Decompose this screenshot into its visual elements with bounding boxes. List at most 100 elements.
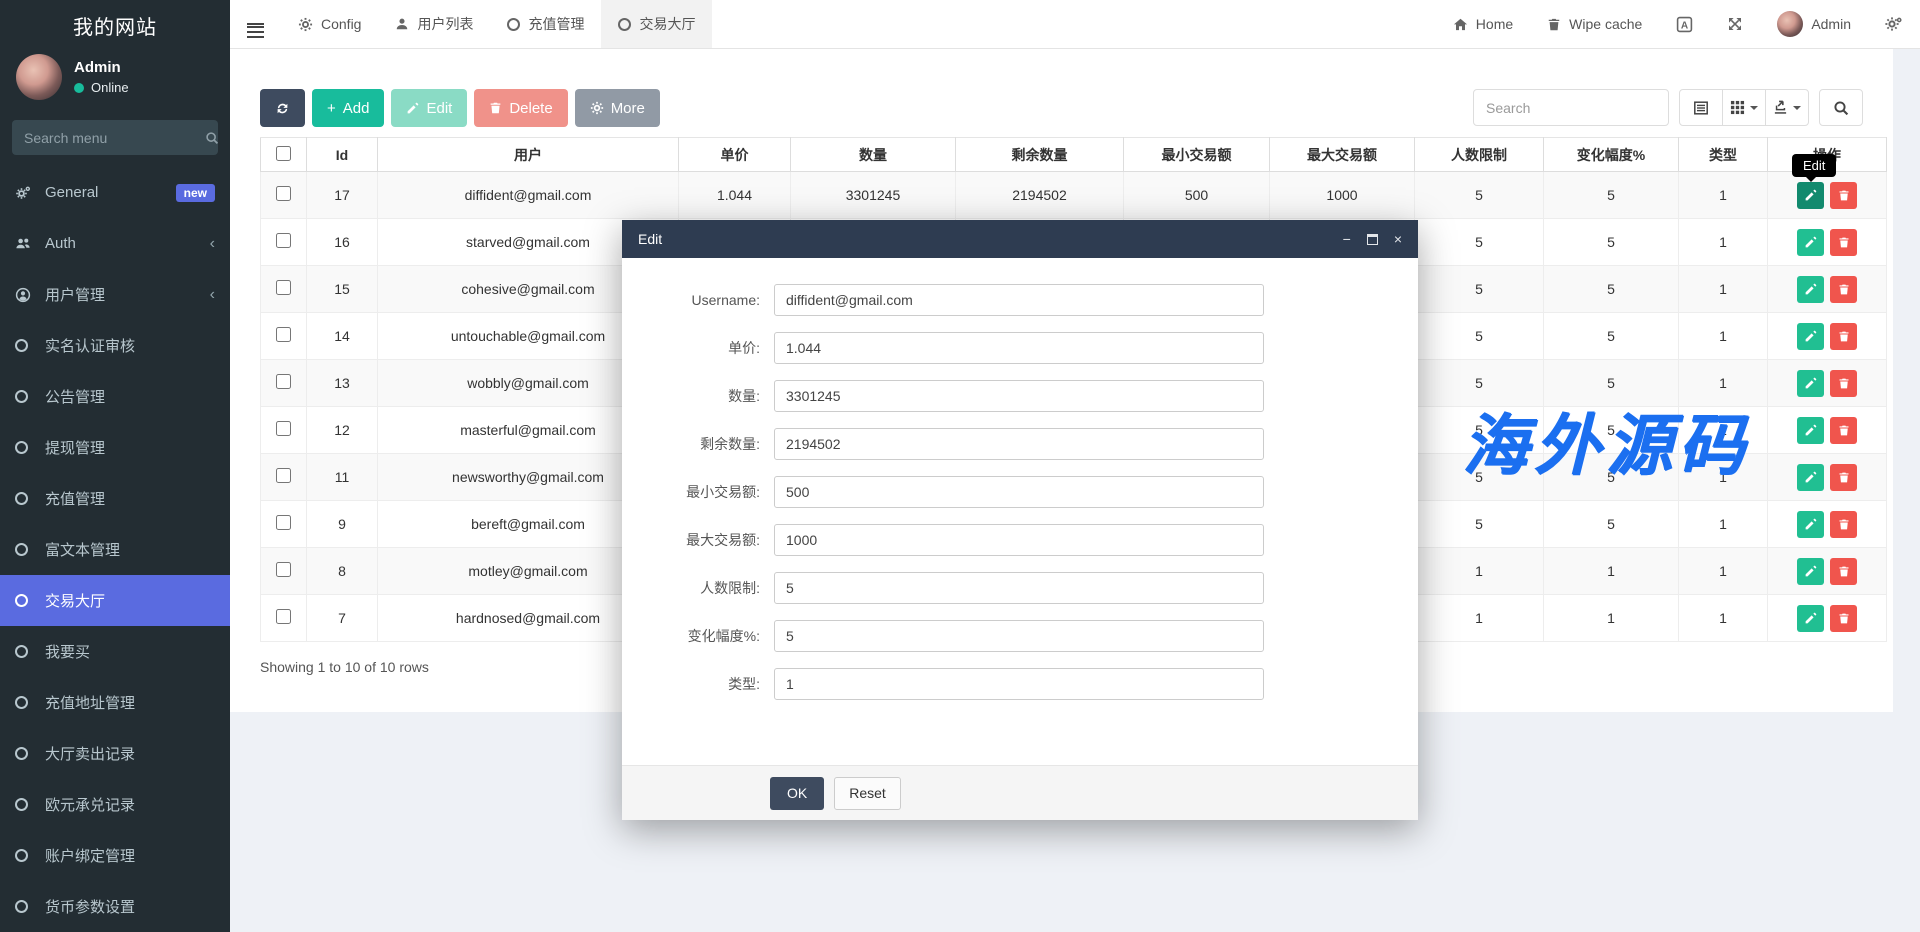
sidebar-item-euro-exchange[interactable]: 欧元承兑记录 [0,779,230,830]
field-input-type[interactable] [774,668,1264,700]
table-row[interactable]: 17diffident@gmail.com1.04433012452194502… [261,172,1887,219]
row-delete-button[interactable] [1830,182,1857,209]
row-checkbox[interactable] [276,374,291,389]
fullscreen-button[interactable] [1710,0,1760,48]
row-edit-button[interactable] [1797,276,1824,303]
sidebar-item-label: 用户管理 [45,284,105,305]
sidebar-item-user-mgmt[interactable]: 用户管理‹ [0,269,230,320]
row-checkbox[interactable] [276,327,291,342]
sidebar-item-auth[interactable]: Auth‹ [0,218,230,269]
sidebar-item-trade-hall[interactable]: 交易大厅 [0,575,230,626]
column-header[interactable]: 数量 [791,138,956,172]
row-checkbox[interactable] [276,515,291,530]
pagination-toggle-button[interactable] [1679,89,1723,126]
field-input-qty[interactable] [774,380,1264,412]
maximize-icon[interactable] [1367,234,1378,245]
row-delete-button[interactable] [1830,229,1857,256]
field-input-username[interactable] [774,284,1264,316]
row-checkbox[interactable] [276,562,291,577]
wipe-cache-link[interactable]: Wipe cache [1530,0,1659,48]
refresh-button[interactable] [260,89,305,127]
row-delete-button[interactable] [1830,511,1857,538]
row-checkbox[interactable] [276,468,291,483]
tab-trade-hall[interactable]: 交易大厅 [601,0,712,48]
edit-button-label: Edit [426,100,452,117]
row-delete-button[interactable] [1830,605,1857,632]
tab-recharge-mgmt[interactable]: 充值管理 [490,0,601,48]
sidebar-item-richtext-mgmt[interactable]: 富文本管理 [0,524,230,575]
sidebar-item-recharge-mgmt[interactable]: 充值管理 [0,473,230,524]
row-delete-button[interactable] [1830,370,1857,397]
row-delete-button[interactable] [1830,464,1857,491]
sidebar-item-hall-sell-log[interactable]: 大厅卖出记录 [0,728,230,779]
add-button[interactable]: +Add [312,89,384,127]
delete-button[interactable]: Delete [474,89,567,127]
column-header[interactable]: 最大交易额 [1270,138,1415,172]
sidebar-toggle-button[interactable] [230,0,281,48]
minimize-icon[interactable]: − [1343,232,1351,246]
sidebar-item-withdraw-mgmt[interactable]: 提现管理 [0,422,230,473]
sidebar-item-general[interactable]: Generalnew [0,167,230,218]
sidebar-item-i-want-buy[interactable]: 我要买 [0,626,230,677]
row-edit-button[interactable] [1797,323,1824,350]
row-checkbox[interactable] [276,280,291,295]
row-checkbox[interactable] [276,186,291,201]
admin-menu[interactable]: Admin [1760,0,1868,48]
column-header[interactable]: 人数限制 [1415,138,1544,172]
column-header[interactable]: 用户 [378,138,679,172]
language-button[interactable]: A [1659,0,1710,48]
field-input-range[interactable] [774,620,1264,652]
field-input-max[interactable] [774,524,1264,556]
home-link[interactable]: Home [1436,0,1530,48]
more-button[interactable]: More [575,89,660,127]
row-delete-button[interactable] [1830,417,1857,444]
settings-button[interactable] [1868,0,1920,48]
row-edit-button[interactable] [1797,605,1824,632]
sidebar-item-address-mgmt[interactable]: 充值地址管理 [0,677,230,728]
field-input-limit[interactable] [774,572,1264,604]
row-checkbox[interactable] [276,233,291,248]
sidebar-item-currency-param[interactable]: 货币参数设置 [0,881,230,932]
row-edit-button[interactable] [1797,417,1824,444]
ok-button[interactable]: OK [770,777,824,810]
row-delete-button[interactable] [1830,323,1857,350]
column-header[interactable]: 变化幅度% [1544,138,1679,172]
tab-config[interactable]: Config [281,0,378,48]
navbar-avatar [1777,11,1803,37]
row-checkbox[interactable] [276,421,291,436]
column-header[interactable]: 最小交易额 [1124,138,1270,172]
row-delete-button[interactable] [1830,276,1857,303]
reset-button[interactable]: Reset [834,777,901,810]
field-input-remain[interactable] [774,428,1264,460]
close-icon[interactable]: × [1394,232,1402,246]
table-search-input[interactable] [1473,89,1669,126]
row-edit-button[interactable] [1797,558,1824,585]
column-header[interactable]: 单价 [679,138,791,172]
row-edit-button[interactable] [1797,464,1824,491]
sidebar-item-realname-audit[interactable]: 实名认证审核 [0,320,230,371]
sidebar-search-input[interactable] [24,130,205,146]
column-header[interactable]: 剩余数量 [956,138,1124,172]
row-edit-button[interactable] [1797,229,1824,256]
advanced-search-button[interactable] [1819,89,1863,126]
modal-header[interactable]: Edit − × [622,220,1418,258]
sidebar-item-account-bind[interactable]: 账户绑定管理 [0,830,230,881]
row-edit-button[interactable] [1797,511,1824,538]
column-header[interactable]: Id [307,138,378,172]
row-delete-button[interactable] [1830,558,1857,585]
select-all-checkbox[interactable] [276,146,291,161]
field-input-price[interactable] [774,332,1264,364]
row-edit-button[interactable] [1797,182,1824,209]
edit-button[interactable]: Edit [391,89,467,127]
row-edit-button[interactable] [1797,370,1824,397]
columns-button[interactable] [1722,89,1766,126]
wipe-cache-label: Wipe cache [1569,16,1642,32]
row-checkbox[interactable] [276,609,291,624]
tab-user-list[interactable]: 用户列表 [378,0,490,48]
sidebar-item-notice-mgmt[interactable]: 公告管理 [0,371,230,422]
cell-type: 1 [1679,172,1768,219]
column-header[interactable]: 类型 [1679,138,1768,172]
export-button[interactable] [1765,89,1809,126]
field-input-min[interactable] [774,476,1264,508]
cell-actions [1768,595,1887,642]
